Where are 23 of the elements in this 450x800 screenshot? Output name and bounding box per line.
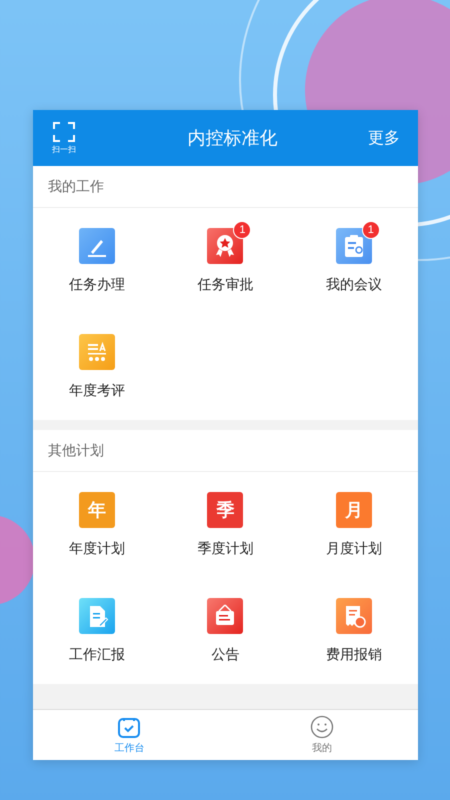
app-shortcut[interactable]: 1 我的会议 <box>290 208 418 314</box>
calendar-check-icon <box>117 715 142 739</box>
app-shortcut[interactable]: 年度考评 <box>33 314 162 420</box>
app-shortcut[interactable]: 任务办理 <box>33 208 162 314</box>
app-shortcut[interactable]: 工作汇报 <box>33 578 162 684</box>
notification-badge: 1 <box>233 221 252 239</box>
tile-glyph: 月 <box>344 499 363 522</box>
scan-button[interactable]: 扫一扫 <box>51 122 77 154</box>
smiley-icon <box>310 715 334 739</box>
app-shortcut[interactable]: 费用报销 <box>290 578 418 684</box>
tile-glyph: 季 <box>216 499 234 522</box>
tile-glyph: 年 <box>88 499 106 522</box>
app-title: 内控标准化 <box>186 127 278 150</box>
app-shortcut[interactable]: 公告 <box>161 578 290 684</box>
more-button[interactable]: 更多 <box>368 128 400 148</box>
bottom-tab[interactable]: 我的 <box>226 710 418 760</box>
section-title: 我的工作 <box>33 166 418 208</box>
app-shortcut[interactable]: 月 月度计划 <box>290 472 418 578</box>
notification-badge: 1 <box>362 221 380 239</box>
app-shortcut[interactable]: 年 年度计划 <box>33 472 162 578</box>
app-shortcut[interactable]: 1 任务审批 <box>161 208 290 314</box>
section-title: 其他计划 <box>33 430 418 472</box>
app-shortcut[interactable]: 季 季度计划 <box>161 472 290 578</box>
